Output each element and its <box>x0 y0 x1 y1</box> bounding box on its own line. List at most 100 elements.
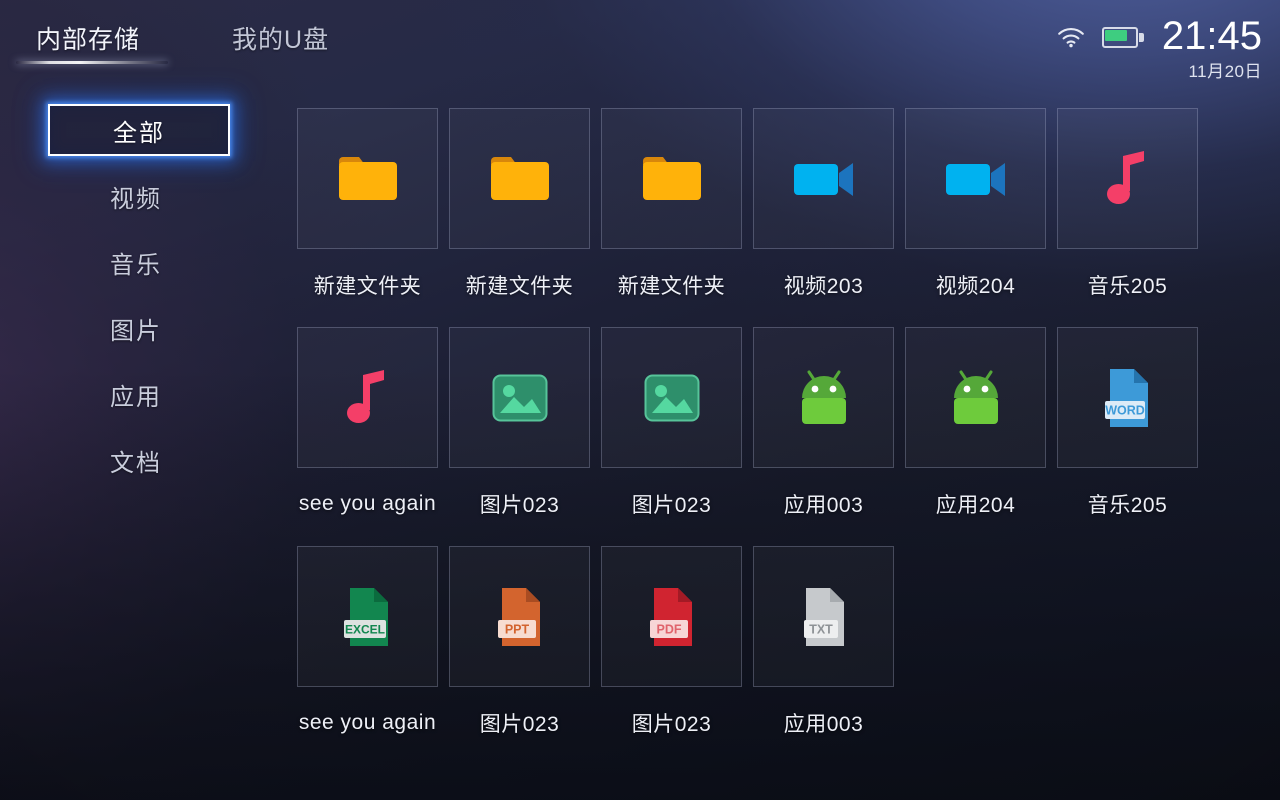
image-icon <box>492 374 547 421</box>
grid-item: 视频203 <box>753 108 894 320</box>
image-icon <box>644 374 699 421</box>
battery-terminal <box>1138 32 1144 42</box>
grid-item: 应用003 <box>753 327 894 539</box>
grid-item: 新建文件夹 <box>601 108 742 320</box>
battery-fill <box>1104 29 1127 41</box>
file-thumbnail[interactable] <box>449 327 590 468</box>
grid-item: 新建文件夹 <box>449 108 590 320</box>
status-area: 21:45 11月20日 <box>1056 16 1262 80</box>
folder-icon <box>338 156 397 200</box>
file-thumbnail[interactable]: TXT <box>753 546 894 687</box>
android-icon <box>801 370 846 424</box>
tab-internal-storage-label: 内部存储 <box>36 26 141 54</box>
status-icons <box>1056 26 1144 48</box>
file-format-badge: PDF <box>656 622 681 636</box>
file-label: see you again <box>298 710 437 734</box>
file-thumbnail[interactable]: PDF <box>601 546 742 687</box>
current-date: 11月20日 <box>1188 62 1262 81</box>
file-label: 音乐205 <box>1087 493 1168 517</box>
file-thumbnail[interactable] <box>1057 108 1198 249</box>
music-note-icon <box>1106 150 1144 204</box>
file-thumbnail[interactable]: EXCEL <box>297 546 438 687</box>
file-label: 音乐205 <box>1087 274 1168 298</box>
file-label: 图片023 <box>631 493 712 517</box>
file-label: 新建文件夹 <box>465 274 574 298</box>
storage-tabs: 内部存储 我的U盘 <box>16 20 343 70</box>
file-label: 图片023 <box>479 493 560 517</box>
folder-icon <box>642 156 701 200</box>
file-label: 新建文件夹 <box>617 274 726 298</box>
excel-file-icon: EXCEL <box>343 587 388 646</box>
file-thumbnail[interactable] <box>601 108 742 249</box>
grid-item: 图片023 <box>601 327 742 539</box>
file-label: 图片023 <box>479 712 560 736</box>
sidebar-item-image-label: 图片 <box>110 317 162 345</box>
sidebar-item-image[interactable]: 图片 <box>0 302 272 354</box>
sidebar-item-video[interactable]: 视频 <box>0 170 272 222</box>
file-thumbnail[interactable] <box>449 108 590 249</box>
file-thumbnail[interactable] <box>753 327 894 468</box>
file-format-badge: WORD <box>1105 403 1145 417</box>
file-label: 应用003 <box>783 493 864 517</box>
file-label: 视频203 <box>783 274 864 298</box>
grid-item: 应用204 <box>905 327 1046 539</box>
file-label: 新建文件夹 <box>313 274 422 298</box>
tab-internal-storage[interactable]: 内部存储 <box>16 20 169 70</box>
sidebar-item-all-label: 全部 <box>113 119 165 147</box>
video-icon <box>793 162 853 196</box>
ppt-file-icon: PPT <box>497 587 540 646</box>
grid-item: see you again <box>297 327 438 539</box>
file-format-badge: EXCEL <box>344 622 384 636</box>
grid-item: 音乐205 <box>1057 108 1198 320</box>
sidebar-item-document[interactable]: 文档 <box>0 434 272 486</box>
sidebar-item-document-label: 文档 <box>110 449 162 477</box>
grid-item: TXT 应用003 <box>753 546 894 758</box>
wifi-icon <box>1056 26 1086 48</box>
active-tab-underline <box>16 61 169 64</box>
file-thumbnail[interactable]: WORD <box>1057 327 1198 468</box>
pdf-file-icon: PDF <box>649 587 692 646</box>
category-sidebar: 全部 视频 音乐 图片 应用 文档 <box>0 104 272 500</box>
file-thumbnail[interactable] <box>297 108 438 249</box>
txt-file-icon: TXT <box>803 587 844 646</box>
android-icon <box>953 370 998 424</box>
file-format-badge: TXT <box>809 622 833 636</box>
file-label: 应用204 <box>935 493 1016 517</box>
grid-item: WORD 音乐205 <box>1057 327 1198 539</box>
file-thumbnail[interactable] <box>905 108 1046 249</box>
file-thumbnail[interactable] <box>753 108 894 249</box>
file-thumbnail[interactable] <box>297 327 438 468</box>
grid-item: EXCEL see you again <box>297 546 438 758</box>
video-icon <box>945 162 1005 196</box>
grid-item: PPT 图片023 <box>449 546 590 758</box>
header-bar: 内部存储 我的U盘 21:45 11月20日 <box>0 0 1280 86</box>
file-label: 应用003 <box>783 712 864 736</box>
word-file-icon: WORD <box>1104 368 1148 427</box>
file-label: see you again <box>298 491 437 515</box>
sidebar-item-app-label: 应用 <box>110 383 162 411</box>
battery-icon <box>1101 26 1144 48</box>
sidebar-item-video-label: 视频 <box>110 185 162 213</box>
tab-usb-drive-label: 我的U盘 <box>232 26 330 54</box>
sidebar-item-all[interactable]: 全部 <box>48 104 230 156</box>
file-thumbnail[interactable]: PPT <box>449 546 590 687</box>
grid-item: 图片023 <box>449 327 590 539</box>
folder-icon <box>490 156 549 200</box>
sidebar-item-app[interactable]: 应用 <box>0 368 272 420</box>
sidebar-item-music-label: 音乐 <box>110 251 162 279</box>
file-label: 图片023 <box>631 712 712 736</box>
tab-usb-drive[interactable]: 我的U盘 <box>218 20 343 70</box>
file-label: 视频204 <box>935 274 1016 298</box>
music-note-icon <box>346 369 384 423</box>
clock: 21:45 11月20日 <box>1162 16 1262 80</box>
file-manager-screen: 内部存储 我的U盘 21:45 11月20日 全部 视频 音乐 图片 应用 文档… <box>0 0 1280 800</box>
file-thumbnail[interactable] <box>905 327 1046 468</box>
file-format-badge: PPT <box>504 622 529 636</box>
grid-item: 视频204 <box>905 108 1046 320</box>
grid-item: 新建文件夹 <box>297 108 438 320</box>
current-time: 21:45 <box>1161 14 1262 58</box>
file-thumbnail[interactable] <box>601 327 742 468</box>
file-grid: 新建文件夹 新建文件夹 新建文件夹 视频203 视频204 音乐205 see … <box>297 108 1198 758</box>
grid-item: PDF 图片023 <box>601 546 742 758</box>
sidebar-item-music[interactable]: 音乐 <box>0 236 272 288</box>
